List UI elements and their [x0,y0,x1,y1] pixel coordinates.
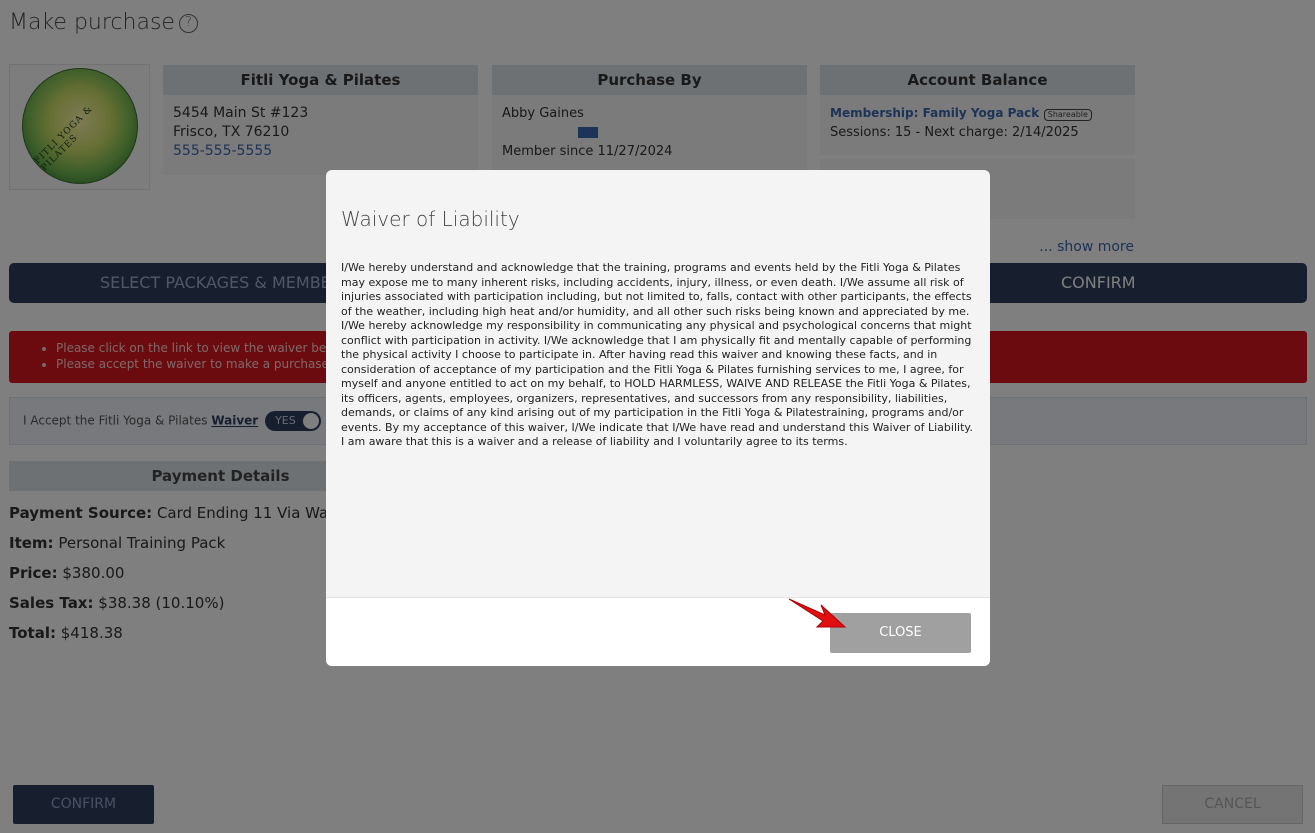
red-arrow-icon [788,598,847,628]
modal-footer: CLOSE [326,597,990,666]
modal-title: Waiver of Liability [341,207,520,231]
waiver-text: I/We hereby understand and acknowledge t… [341,261,973,448]
close-button[interactable]: CLOSE [830,613,971,653]
waiver-modal: Waiver of Liability I/We hereby understa… [326,170,990,666]
